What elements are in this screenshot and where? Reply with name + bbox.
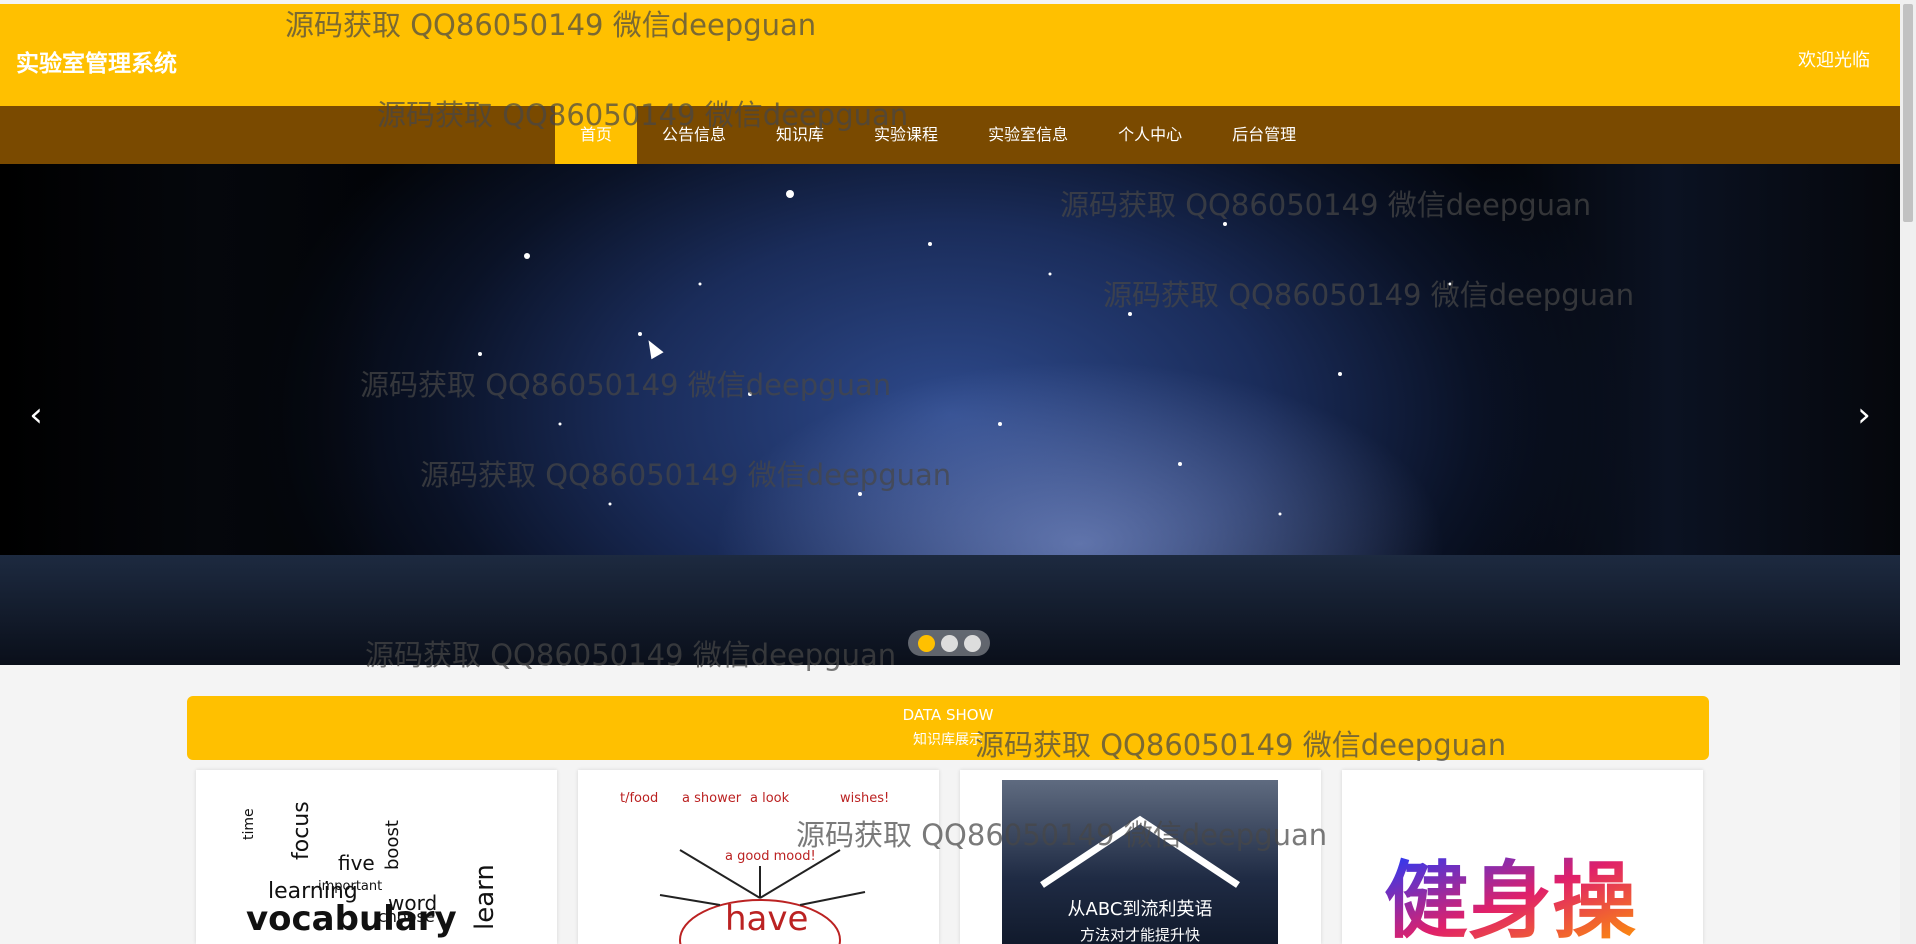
svg-text:learn: learn xyxy=(470,864,500,930)
knowledge-card-1[interactable]: vocabulary learning word focus boost tim… xyxy=(196,770,557,944)
chevron-right-icon: › xyxy=(1857,395,1871,435)
knowledge-card-3[interactable]: 从ABC到流利英语 方法对才能提升快 xyxy=(960,770,1321,944)
knowledge-card-4[interactable]: 健身操 xyxy=(1342,770,1703,944)
scrollbar-thumb[interactable] xyxy=(1903,4,1913,222)
card-thumbnail: 健身操 xyxy=(1384,780,1660,944)
chevron-left-icon: ‹ xyxy=(29,395,43,435)
section-title-zh: 知识库展示 xyxy=(913,732,983,748)
site-title: 实验室管理系统 xyxy=(16,51,177,77)
svg-text:a shower: a shower xyxy=(682,791,742,806)
nav-item-lab-courses[interactable]: 实验课程 xyxy=(849,106,963,164)
svg-text:important: important xyxy=(318,879,382,894)
svg-text:boost: boost xyxy=(382,820,403,870)
section-header: DATA SHOW 知识库展示 xyxy=(187,696,1709,760)
knowledge-cards: vocabulary learning word focus boost tim… xyxy=(196,770,1703,944)
nav-item-lab-info[interactable]: 实验室信息 xyxy=(963,106,1093,164)
nav-item-knowledge-base[interactable]: 知识库 xyxy=(751,106,849,164)
page-scrollbar[interactable] xyxy=(1900,0,1916,944)
svg-text:wishes!: wishes! xyxy=(840,791,889,806)
svg-text:a good mood!: a good mood! xyxy=(725,849,816,864)
svg-text:five: five xyxy=(338,851,375,875)
nav-items: 首页 公告信息 知识库 实验课程 实验室信息 个人中心 后台管理 xyxy=(555,106,1321,164)
svg-text:t/food: t/food xyxy=(620,791,658,806)
mind-map-image: t/food a shower a look wishes! a good mo… xyxy=(620,791,889,944)
carousel-prev-button[interactable]: ‹ xyxy=(18,390,54,440)
nav-item-personal-center[interactable]: 个人中心 xyxy=(1093,106,1207,164)
svg-text:从ABC到流利英语: 从ABC到流利英语 xyxy=(1068,899,1213,920)
site-header: 实验室管理系统 欢迎光临 xyxy=(0,4,1900,106)
svg-text:choose: choose xyxy=(378,907,435,926)
svg-text:方法对才能提升快: 方法对才能提升快 xyxy=(1080,926,1200,944)
nav-item-admin[interactable]: 后台管理 xyxy=(1207,106,1321,164)
calligraphy-image: 健身操 xyxy=(1384,852,1636,944)
card-thumbnail: t/food a shower a look wishes! a good mo… xyxy=(620,780,896,944)
svg-text:have: have xyxy=(725,899,808,939)
carousel-dot-2[interactable] xyxy=(940,634,958,652)
svg-text:健身操: 健身操 xyxy=(1384,852,1636,944)
nav-item-announcements[interactable]: 公告信息 xyxy=(637,106,751,164)
main-nav: 首页 公告信息 知识库 实验课程 实验室信息 个人中心 后台管理 xyxy=(0,106,1900,164)
svg-text:a look: a look xyxy=(750,791,790,806)
welcome-text: 欢迎光临 xyxy=(1798,50,1870,71)
svg-text:focus: focus xyxy=(289,801,314,860)
card-thumbnail: 从ABC到流利英语 方法对才能提升快 xyxy=(1002,780,1278,944)
card-thumbnail: vocabulary learning word focus boost tim… xyxy=(238,780,514,944)
svg-text:time: time xyxy=(241,808,257,840)
carousel-indicators xyxy=(908,630,990,656)
word-cloud-image: vocabulary learning word focus boost tim… xyxy=(241,801,500,939)
section-title-en: DATA SHOW xyxy=(902,706,994,724)
nav-item-home[interactable]: 首页 xyxy=(555,106,638,164)
knowledge-card-2[interactable]: t/food a shower a look wishes! a good mo… xyxy=(578,770,939,944)
hero-carousel: ‹ › xyxy=(0,164,1900,665)
carousel-dot-3[interactable] xyxy=(963,634,981,652)
carousel-dot-1[interactable] xyxy=(917,634,935,652)
course-cover-image: 从ABC到流利英语 方法对才能提升快 xyxy=(1040,815,1240,944)
carousel-next-button[interactable]: › xyxy=(1846,390,1882,440)
